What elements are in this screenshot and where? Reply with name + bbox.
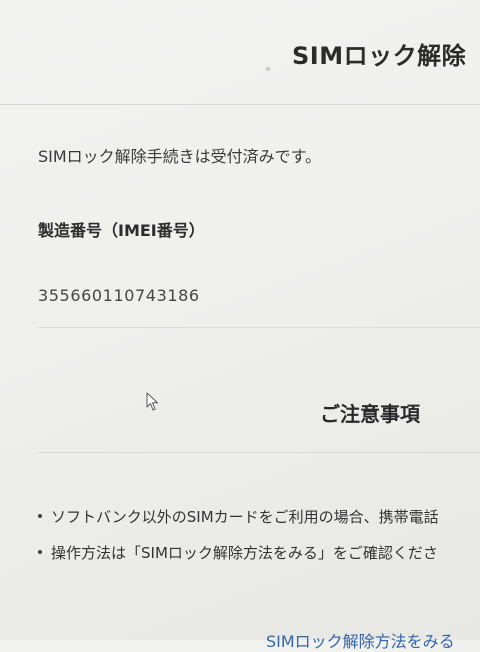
sim-unlock-page: SIMロック解除 SIMロック解除手続きは受付済みです。 製造番号（IMEI番号… <box>0 0 480 651</box>
notice-item-text: 操作方法は「SIMロック解除方法をみる」をご確認くださ <box>51 543 438 562</box>
imei-label: 製造番号（IMEI番号） <box>38 221 205 240</box>
header-divider <box>0 104 480 105</box>
notice-item: 操作方法は「SIMロック解除方法をみる」をご確認くださ <box>38 534 480 570</box>
section-divider <box>38 327 480 328</box>
notice-item-text: ソフトバンク以外のSIMカードをご利用の場合、携帯電話 <box>51 507 439 526</box>
notice-heading: ご注意事項 <box>320 402 420 426</box>
unlock-method-link[interactable]: SIMロック解除方法をみる <box>266 628 480 652</box>
notice-list: ソフトバンク以外のSIMカードをご利用の場合、携帯電話 操作方法は「SIMロック… <box>38 498 480 570</box>
bullet-icon <box>38 514 42 518</box>
mouse-pointer-icon <box>146 392 158 411</box>
status-message: SIMロック解除手続きは受付済みです。 <box>38 147 322 166</box>
page-title: SIMロック解除 <box>292 42 467 70</box>
notice-item: ソフトバンク以外のSIMカードをご利用の場合、携帯電話 <box>38 498 480 534</box>
imei-value: 355660110743186 <box>38 286 200 305</box>
bullet-icon <box>38 550 42 554</box>
notice-divider <box>38 452 480 453</box>
header-dot <box>266 67 270 71</box>
